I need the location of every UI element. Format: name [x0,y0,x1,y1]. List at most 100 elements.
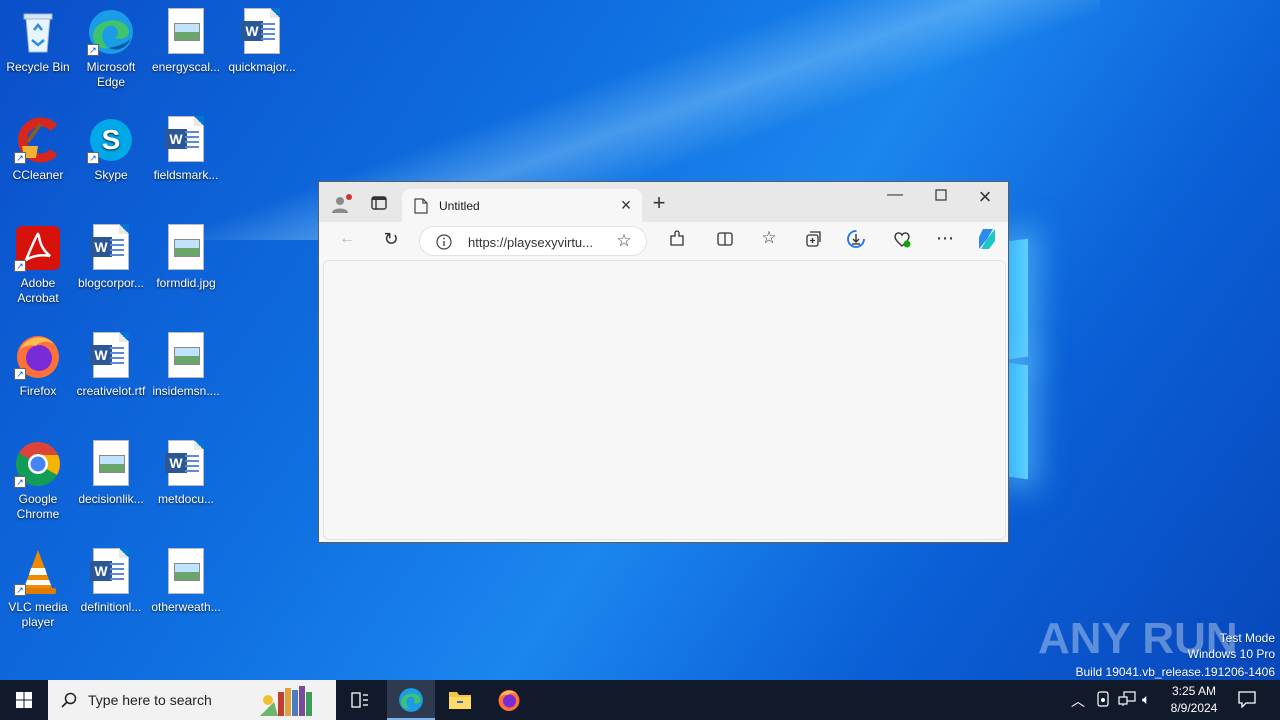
refresh-icon[interactable]: ↻ [381,229,401,250]
tab-actions-icon [371,196,387,210]
task-view-icon[interactable] [348,691,372,714]
edge-icon: ↗ [87,8,135,56]
show-hidden-icons-chevron-icon[interactable]: ︿ [1071,691,1085,711]
desktop-icon-ccleaner[interactable]: ↗ CCleaner [0,116,76,183]
network-icon[interactable] [1118,691,1136,710]
word-document-icon: W [87,548,135,596]
minimize-icon[interactable]: — [885,186,905,204]
skype-icon: S ↗ [87,116,135,164]
desktop-icon-file-definitionl[interactable]: W definitionl... [73,548,149,615]
desktop-icon-edge[interactable]: ↗ Microsoft Edge [73,8,149,90]
image-file-icon [162,332,210,380]
word-document-icon: W [162,116,210,164]
browser-toolbar: ← ↻ https://playsexyvirtu... ☆ ☆ ⋯ [319,222,1008,260]
taskbar-firefox-button[interactable] [485,680,533,720]
search-highlight-books-icon [260,686,312,716]
image-file-icon [162,8,210,56]
profile-button[interactable] [329,192,353,216]
desktop-icon-file-blogcorpor[interactable]: W blogcorpor... [73,224,149,291]
ccleaner-icon: ↗ [14,116,62,164]
taskbar-search-box[interactable]: Type here to search [48,680,336,720]
folder-icon [449,692,471,709]
address-text: https://playsexyvirtu... [468,235,593,250]
firefox-icon [498,690,520,711]
test-mode-text: Test Mode [1219,631,1275,645]
desktop-icon-file-decisionlik[interactable]: decisionlik... [73,440,149,507]
close-tab-icon[interactable]: × [618,195,634,216]
maximize-icon[interactable] [931,188,951,206]
desktop-icon-firefox[interactable]: ↗ Firefox [0,332,76,399]
icon-label: quickmajor... [228,60,296,74]
icon-label: creativelot.rtf [76,384,146,398]
taskbar: Type here to search ︿ 🔈︎ 3:25 AM 8/9/202… [0,680,1280,720]
more-options-icon[interactable]: ⋯ [935,228,955,249]
page-content-area[interactable] [323,260,1006,540]
copilot-icon[interactable] [975,227,999,256]
image-file-icon [87,440,135,488]
shortcut-arrow-icon: ↗ [14,368,26,380]
word-document-icon: W [87,224,135,272]
browser-essentials-icon[interactable] [891,229,913,254]
profile-icon [332,194,352,213]
desktop-icon-skype[interactable]: S ↗ Skype [73,116,149,183]
desktop-icon-file-creativelot[interactable]: W creativelot.rtf [73,332,149,399]
taskbar-edge-button[interactable] [387,680,435,720]
desktop-icon-file-insidemsn[interactable]: insidemsn.... [148,332,224,399]
device-icon[interactable] [1096,691,1110,710]
image-file-icon [162,224,210,272]
new-tab-button[interactable]: + [649,190,669,216]
chrome-icon: ↗ [14,440,62,488]
icon-label: metdocu... [157,492,215,506]
desktop-icon-vlc[interactable]: ↗ VLC media player [0,548,76,630]
word-document-icon: W [238,8,286,56]
icon-label: fieldsmark... [153,168,219,182]
notification-center-icon[interactable] [1238,690,1256,711]
icon-label: CCleaner [12,168,64,182]
desktop-icon-file-energyscal[interactable]: energyscal... [148,8,224,75]
desktop-icon-recycle-bin[interactable]: Recycle Bin [0,8,76,75]
shortcut-arrow-icon: ↗ [14,584,26,596]
firefox-icon: ↗ [14,332,62,380]
downloads-icon[interactable] [845,229,867,254]
clock[interactable]: 3:25 AM 8/9/2024 [1164,683,1224,717]
split-screen-icon[interactable] [715,230,735,253]
favorite-star-icon[interactable]: ☆ [614,231,634,251]
edge-browser-window[interactable]: Untitled × + — × ← ↻ https://playsexyvir… [318,181,1009,543]
desktop-icon-adobe-acrobat[interactable]: ↗ Adobe Acrobat [0,224,76,306]
collections-icon[interactable] [803,230,823,253]
tab-bar: Untitled × + — × [319,182,1008,222]
windows-start-icon [16,692,32,708]
edge-icon [399,688,423,712]
desktop-icon-google-chrome[interactable]: ↗ Google Chrome [0,440,76,522]
search-placeholder: Type here to search [88,692,212,708]
icon-label: definitionl... [80,600,142,614]
recycle-bin-icon [14,8,62,56]
start-button[interactable] [0,680,48,720]
clock-time: 3:25 AM [1171,684,1217,698]
shortcut-arrow-icon: ↗ [14,476,26,488]
taskbar-file-explorer-button[interactable] [436,680,484,720]
shortcut-arrow-icon: ↗ [87,44,99,56]
icon-label: otherweath... [151,600,221,614]
tab-actions-button[interactable] [369,194,389,214]
favorites-icon[interactable]: ☆ [759,228,779,248]
address-bar[interactable]: https://playsexyvirtu... ☆ [419,226,647,256]
windows-edition-text: Windows 10 Pro [1187,647,1275,661]
back-arrow-icon[interactable]: ← [337,230,357,248]
icon-label: Firefox [19,384,57,398]
desktop-icon-file-formdid[interactable]: formdid.jpg [148,224,224,291]
desktop-icon-file-fieldsmark[interactable]: W fieldsmark... [148,116,224,183]
volume-icon[interactable]: 🔈︎ [1142,691,1150,708]
tab-title: Untitled [439,199,480,213]
tab-untitled[interactable]: Untitled × [402,189,642,222]
icon-label: Adobe Acrobat [17,276,59,305]
image-file-icon [162,548,210,596]
desktop-icon-file-metdocu[interactable]: W metdocu... [148,440,224,507]
icon-label: Microsoft Edge [86,60,136,89]
extensions-icon[interactable] [667,230,687,253]
close-window-icon[interactable]: × [975,184,995,210]
clock-date: 8/9/2024 [1170,701,1218,715]
desktop-icon-file-quickmajor[interactable]: W quickmajor... [224,8,300,75]
desktop-icon-file-otherweath[interactable]: otherweath... [148,548,224,615]
icon-label: insidemsn.... [152,384,220,398]
